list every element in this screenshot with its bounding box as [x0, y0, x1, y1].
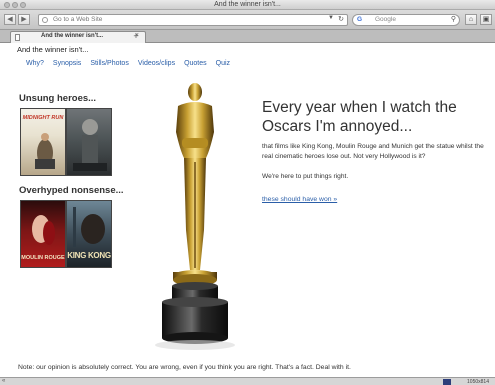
tab-label: And the winner isn't...: [41, 33, 104, 39]
overhyped-nonsense-heading: Overhyped nonsense...: [19, 185, 124, 196]
tab-and-the-winner-isnt[interactable]: And the winner isn't... ×: [10, 31, 146, 43]
nav-stills-photos[interactable]: Stills/Photos: [90, 60, 129, 67]
hero-body-2: We're here to put things right.: [262, 173, 349, 180]
search-placeholder: Google: [375, 16, 396, 23]
address-bar-placeholder: Go to a Web Site: [53, 16, 103, 23]
search-bar[interactable]: G Google ⚲: [352, 14, 460, 26]
poster-art: [35, 133, 55, 169]
poster-art: [73, 119, 107, 171]
new-tab-button[interactable]: +: [128, 32, 144, 42]
back-arrow-icon: ◀: [7, 16, 13, 23]
search-icon[interactable]: ⚲: [451, 15, 456, 23]
globe-icon: [42, 17, 48, 23]
window-titlebar: And the winner isn't...: [0, 0, 495, 10]
nav-quiz[interactable]: Quiz: [216, 60, 230, 67]
nav-quotes[interactable]: Quotes: [184, 60, 207, 67]
browser-toolbar: ◀ ▶ Go to a Web Site ▼ ↻ G Google ⚲ ⌂ ▣: [0, 10, 495, 30]
oscar-statue-image: [155, 83, 235, 350]
poster-title: MOULIN ROUGE: [21, 255, 65, 261]
poster-title: KING KONG: [67, 251, 111, 260]
footer-note: Note: our opinion is absolutely correct.…: [18, 364, 351, 371]
poster-midnight-run[interactable]: MIDNIGHT RUN: [20, 108, 66, 176]
reload-icon[interactable]: ↻: [338, 15, 344, 23]
site-nav: Why? Synopsis Stills/Photos Videos/clips…: [26, 60, 230, 67]
bookmarks-button[interactable]: ▣: [480, 14, 492, 25]
page-icon: [15, 34, 20, 41]
unsung-heroes-heading: Unsung heroes...: [19, 93, 97, 104]
back-button[interactable]: ◀: [4, 14, 16, 25]
forward-arrow-icon: ▶: [21, 16, 27, 23]
home-button[interactable]: ⌂: [465, 14, 477, 25]
hero-heading: Every year when I watch the Oscars I'm a…: [262, 99, 457, 135]
history-dropdown-icon[interactable]: ▼: [328, 15, 334, 21]
address-bar[interactable]: Go to a Web Site ▼ ↻: [38, 14, 348, 26]
these-should-have-won-link[interactable]: these should have won »: [262, 196, 337, 203]
home-icon: ⌂: [468, 16, 474, 23]
nav-videos-clips[interactable]: Videos/clips: [138, 60, 175, 67]
screen-icon: [443, 379, 451, 385]
poster-moulin-rouge[interactable]: MOULIN ROUGE: [20, 200, 66, 268]
resolution-readout: 1050x814: [467, 379, 489, 385]
window-title: And the winner isn't...: [214, 1, 281, 8]
poster-king-kong[interactable]: KING KONG: [66, 200, 112, 268]
google-logo-icon[interactable]: G: [357, 16, 362, 23]
nav-synopsis[interactable]: Synopsis: [53, 60, 81, 67]
plus-icon: +: [133, 31, 139, 41]
hero-body: that films like King Kong, Moulin Rouge …: [262, 143, 484, 160]
forward-button[interactable]: ▶: [18, 14, 30, 25]
poster-unsung-2[interactable]: [66, 108, 112, 176]
nav-why[interactable]: Why?: [26, 60, 44, 67]
status-left: «: [2, 378, 6, 384]
status-bar: « 1050x814: [0, 377, 495, 385]
page-title: And the winner isn't...: [17, 45, 89, 54]
tab-strip: And the winner isn't... × +: [0, 30, 495, 43]
bookmark-icon: ▣: [482, 16, 490, 23]
